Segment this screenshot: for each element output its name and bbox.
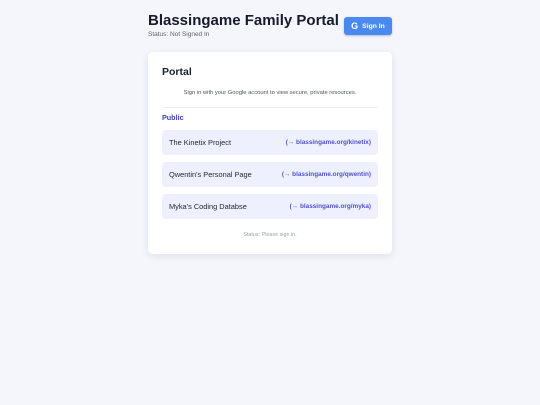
- app-title: Blassingame Family Portal: [148, 12, 339, 29]
- page-header: Blassingame Family Portal Status: Not Si…: [148, 12, 392, 42]
- link-name: Myka's Coding Databse: [169, 202, 247, 211]
- link-kinetix[interactable]: The Kinetix Project (→ blassingame.org/k…: [162, 130, 378, 155]
- sign-in-label: Sign In: [362, 22, 385, 30]
- link-myka[interactable]: Myka's Coding Databse (→ blassingame.org…: [162, 194, 378, 219]
- google-g-icon: G: [351, 20, 359, 31]
- link-url: (→ blassingame.org/qwentin): [281, 171, 371, 178]
- section-label-public: Public: [162, 113, 184, 122]
- link-url: (→ blassingame.org/myka): [289, 203, 371, 210]
- card-description: Sign in with your Google account to view…: [183, 90, 357, 96]
- portal-card: Portal Sign in with your Google account …: [148, 52, 392, 254]
- signin-status: Status: Not Signed In: [148, 31, 210, 38]
- card-title: Portal: [162, 66, 192, 78]
- link-name: The Kinetix Project: [169, 138, 232, 147]
- link-url: (→ blassingame.org/kinetix): [285, 139, 371, 146]
- footer-status: Status: Please sign in.: [243, 232, 297, 238]
- link-name: Qwentin's Personal Page: [169, 170, 252, 179]
- sign-in-button[interactable]: G Sign In: [344, 17, 392, 35]
- link-qwentin[interactable]: Qwentin's Personal Page (→ blassingame.o…: [162, 162, 378, 187]
- divider: [162, 107, 378, 108]
